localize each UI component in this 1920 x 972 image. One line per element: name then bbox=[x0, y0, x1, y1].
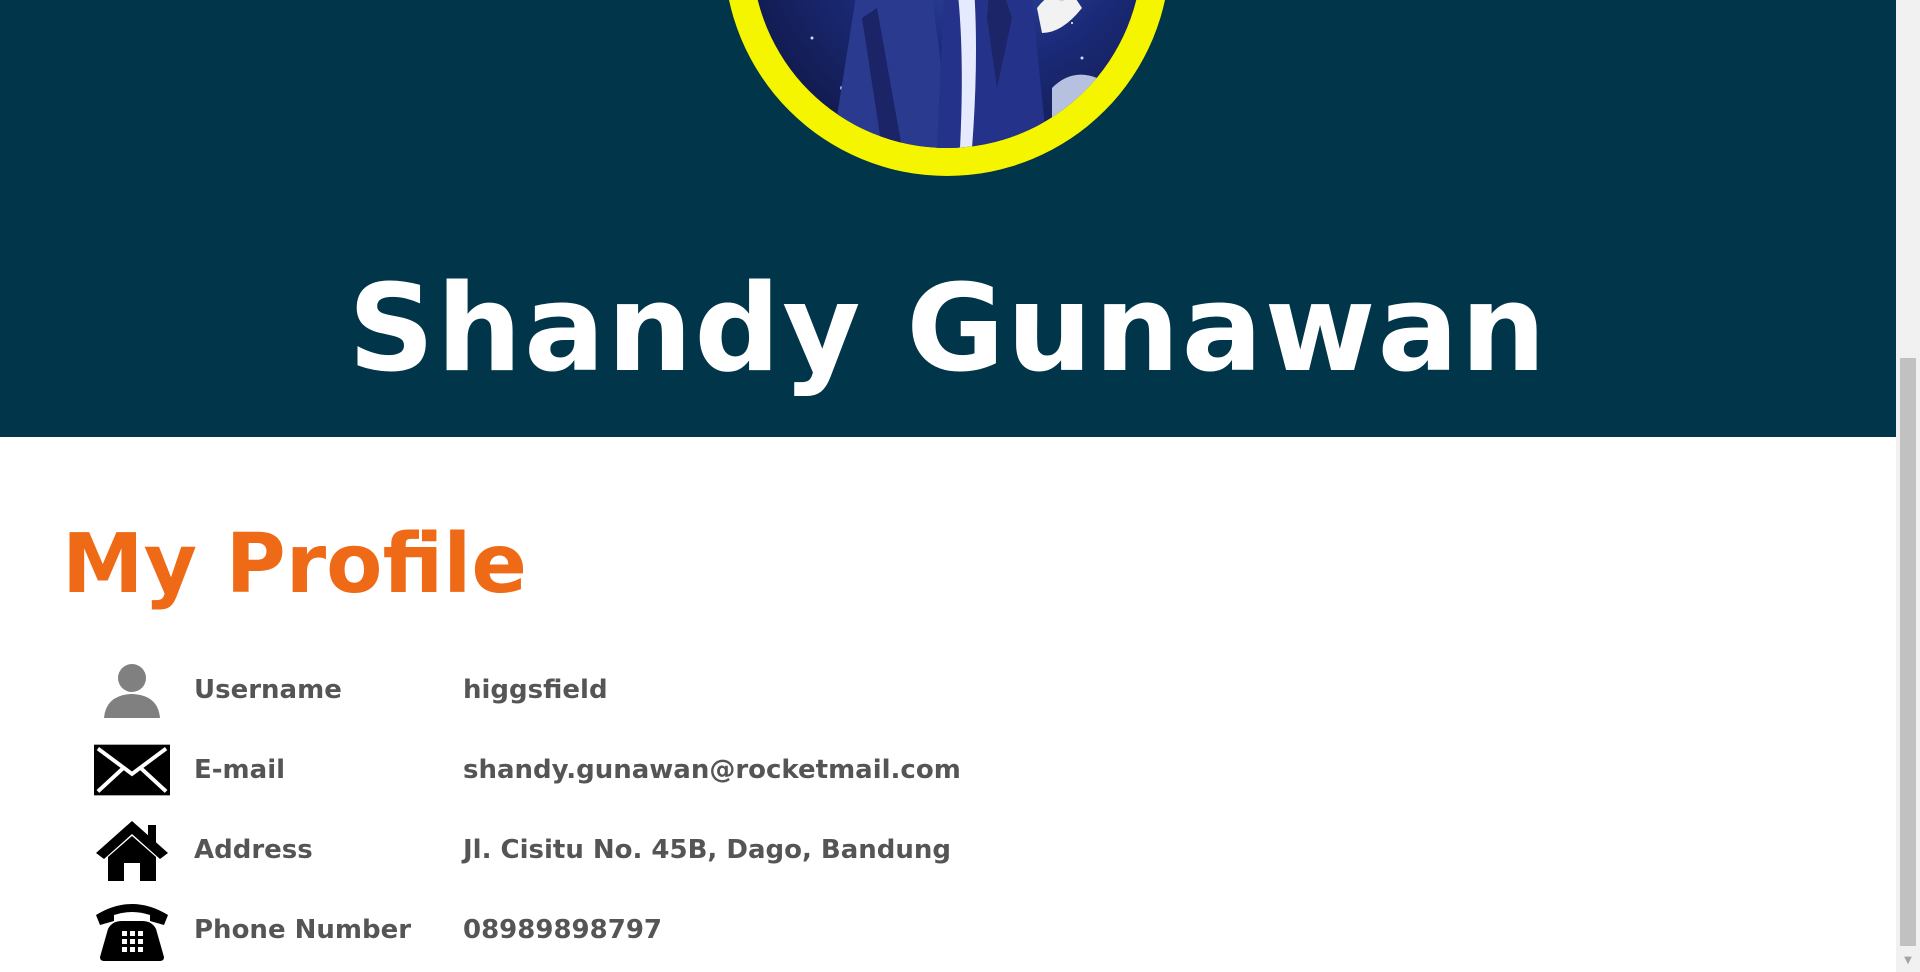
address-label: Address bbox=[194, 835, 313, 865]
username-label: Username bbox=[194, 675, 342, 705]
info-row-address: Address Jl. Cisitu No. 45B, Dago, Bandun… bbox=[94, 821, 994, 881]
telephone-icon bbox=[94, 902, 170, 961]
phone-label: Phone Number bbox=[194, 915, 412, 945]
envelope-icon bbox=[94, 742, 170, 798]
info-row-email: E-mail shandy.gunawan@rocketmail.com bbox=[94, 742, 994, 798]
profile-header: Shandy Gunawan bbox=[0, 0, 1896, 437]
scroll-down-arrow-icon[interactable]: ▼ bbox=[1900, 952, 1916, 968]
info-row-username: Username higgsfield bbox=[94, 662, 994, 718]
profile-page: Shandy Gunawan My Profile Username higgs… bbox=[0, 0, 1896, 972]
profile-name: Shandy Gunawan bbox=[348, 260, 1548, 400]
scrollbar-thumb[interactable] bbox=[1900, 358, 1916, 946]
info-row-phone: Phone Number 08989898797 bbox=[94, 902, 994, 961]
email-label: E-mail bbox=[194, 755, 286, 785]
avatar-illustration bbox=[810, 0, 1122, 148]
username-value: higgsfield bbox=[463, 675, 608, 705]
email-value: shandy.gunawan@rocketmail.com bbox=[463, 755, 961, 785]
home-icon bbox=[94, 821, 170, 881]
avatar-image bbox=[752, 0, 1142, 148]
phone-value: 08989898797 bbox=[463, 915, 662, 945]
user-icon bbox=[94, 662, 170, 718]
vertical-scrollbar[interactable]: ▼ bbox=[1896, 0, 1920, 972]
address-value: Jl. Cisitu No. 45B, Dago, Bandung bbox=[463, 835, 952, 865]
avatar bbox=[724, 0, 1170, 176]
section-title: My Profile bbox=[62, 517, 527, 612]
